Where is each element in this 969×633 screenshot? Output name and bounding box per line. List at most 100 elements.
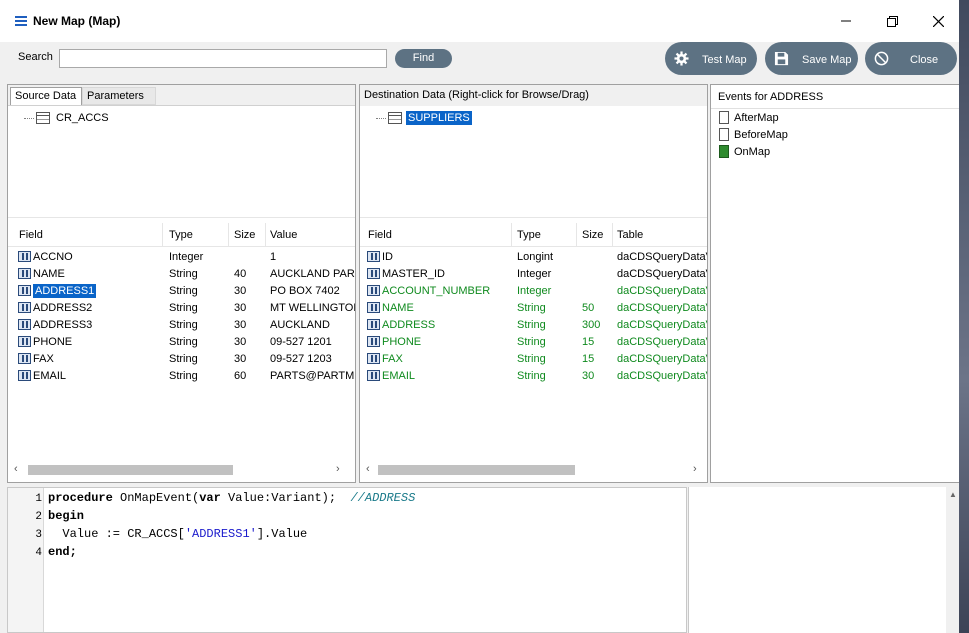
code-token: 'ADDRESS1' bbox=[184, 527, 257, 541]
cell-field: MASTER_ID bbox=[367, 266, 512, 283]
cell-type: String bbox=[517, 353, 546, 365]
editor-side-pane bbox=[688, 487, 946, 633]
event-item-onmap[interactable]: OnMap bbox=[719, 145, 770, 158]
table-row[interactable]: ADDRESS3 String 30 AUCKLAND bbox=[8, 317, 355, 334]
editor-vertical-scrollbar[interactable]: ▲ bbox=[946, 487, 959, 633]
cell-table: daCDSQueryDataV bbox=[617, 353, 708, 365]
table-row[interactable]: ACCNO Integer 1 bbox=[8, 249, 355, 266]
table-row[interactable]: ADDRESS2 String 30 MT WELLINGTON bbox=[8, 300, 355, 317]
field-icon bbox=[18, 336, 31, 347]
table-row[interactable]: FAX String 15 daCDSQueryDataV bbox=[360, 351, 707, 368]
grid-header: Field Type Size Value bbox=[8, 223, 355, 247]
cell-field: EMAIL bbox=[367, 368, 512, 385]
scroll-right-icon[interactable]: › bbox=[693, 463, 697, 475]
column-header-field[interactable]: Field bbox=[15, 223, 163, 247]
test-map-button[interactable]: Test Map bbox=[665, 42, 757, 75]
table-row[interactable]: ADDRESS1 String 30 PO BOX 7402 bbox=[8, 283, 355, 300]
table-row[interactable]: FAX String 30 09-527 1203 bbox=[8, 351, 355, 368]
column-header-size[interactable]: Size bbox=[578, 223, 613, 247]
cell-field: ADDRESS2 bbox=[18, 300, 163, 317]
column-header-type[interactable]: Type bbox=[165, 223, 229, 247]
field-name: ACCNO bbox=[33, 251, 73, 263]
destination-horizontal-scrollbar[interactable]: ‹ › bbox=[360, 461, 707, 478]
cell-field: ID bbox=[367, 249, 512, 266]
table-row[interactable]: ADDRESS String 300 daCDSQueryDataV bbox=[360, 317, 707, 334]
restore-button[interactable] bbox=[869, 8, 915, 34]
destination-data-panel: Destination Data (Right-click for Browse… bbox=[359, 84, 708, 483]
cell-table: daCDSQueryDataV bbox=[617, 336, 708, 348]
table-row[interactable]: PHONE String 15 daCDSQueryDataV bbox=[360, 334, 707, 351]
code-editor[interactable]: 1 2 3 4 procedure OnMapEvent(var Value:Vari… bbox=[7, 487, 687, 633]
document-icon bbox=[719, 128, 729, 141]
hamburger-menu-icon[interactable] bbox=[15, 16, 27, 26]
event-item-aftermap[interactable]: AfterMap bbox=[719, 111, 779, 124]
source-horizontal-scrollbar[interactable]: ‹ › bbox=[8, 461, 355, 478]
cell-size: 15 bbox=[582, 336, 595, 348]
scroll-right-icon[interactable]: › bbox=[336, 463, 340, 475]
cell-field: EMAIL bbox=[18, 368, 163, 385]
field-icon bbox=[367, 302, 380, 313]
column-header-type[interactable]: Type bbox=[513, 223, 577, 247]
field-name: FAX bbox=[33, 353, 54, 365]
cell-type: String bbox=[169, 370, 198, 382]
field-icon bbox=[367, 268, 380, 279]
field-name: PHONE bbox=[382, 336, 422, 348]
field-icon bbox=[18, 319, 31, 330]
cell-value: AUCKLAND PAR. bbox=[270, 268, 356, 280]
source-tree: CR_ACCS bbox=[8, 106, 355, 218]
search-input[interactable] bbox=[59, 49, 387, 68]
line-number: 1 bbox=[35, 493, 42, 505]
field-icon bbox=[18, 251, 31, 262]
column-header-size[interactable]: Size bbox=[230, 223, 266, 247]
cell-size bbox=[234, 249, 264, 266]
window-title: New Map (Map) bbox=[33, 14, 121, 28]
table-row[interactable]: PHONE String 30 09-527 1201 bbox=[8, 334, 355, 351]
events-header: Events for ADDRESS bbox=[711, 85, 959, 109]
cell-size: 30 bbox=[234, 319, 247, 331]
table-row[interactable]: NAME String 50 daCDSQueryDataV bbox=[360, 300, 707, 317]
cell-size bbox=[582, 266, 614, 283]
close-button[interactable]: Close bbox=[865, 42, 957, 75]
field-name: ADDRESS1 bbox=[33, 284, 97, 298]
field-name: PHONE bbox=[33, 336, 73, 348]
code-line: end; bbox=[48, 545, 77, 559]
cell-type: String bbox=[169, 336, 198, 348]
cell-size: 60 bbox=[234, 370, 247, 382]
column-header-field[interactable]: Field bbox=[364, 223, 512, 247]
tab-parameters[interactable]: Parameters bbox=[82, 87, 156, 105]
cell-table: daCDSQueryDataV bbox=[617, 285, 708, 297]
table-row[interactable]: EMAIL String 30 daCDSQueryDataV bbox=[360, 368, 707, 385]
scroll-left-icon[interactable]: ‹ bbox=[366, 463, 370, 475]
scrollbar-thumb[interactable] bbox=[378, 465, 575, 475]
field-icon bbox=[367, 353, 380, 364]
table-icon bbox=[388, 112, 402, 124]
cell-size bbox=[582, 249, 614, 266]
tree-node-cr-accs[interactable]: CR_ACCS bbox=[24, 111, 111, 125]
table-row[interactable]: EMAIL String 60 PARTS@PARTM. bbox=[8, 368, 355, 385]
cell-size: 40 bbox=[234, 268, 247, 280]
table-icon bbox=[36, 112, 50, 124]
table-row[interactable]: NAME String 40 AUCKLAND PAR. bbox=[8, 266, 355, 283]
table-row[interactable]: ID Longint daCDSQueryDataV bbox=[360, 249, 707, 266]
window-close-button[interactable] bbox=[915, 8, 959, 34]
cell-size: 30 bbox=[234, 302, 247, 314]
table-row[interactable]: MASTER_ID Integer daCDSQueryDataV bbox=[360, 266, 707, 283]
tree-node-suppliers[interactable]: SUPPLIERS bbox=[376, 111, 472, 125]
close-label: Close bbox=[910, 54, 939, 66]
scroll-left-icon[interactable]: ‹ bbox=[14, 463, 18, 475]
code-token: var bbox=[199, 491, 221, 505]
table-row[interactable]: ACCOUNT_NUMBER Integer daCDSQueryDataV bbox=[360, 283, 707, 300]
event-item-beforemap[interactable]: BeforeMap bbox=[719, 128, 788, 141]
minimize-button[interactable] bbox=[823, 8, 869, 34]
cell-type: String bbox=[517, 336, 546, 348]
save-map-button[interactable]: Save Map bbox=[765, 42, 858, 75]
scrollbar-thumb[interactable] bbox=[28, 465, 233, 475]
scroll-up-icon[interactable]: ▲ bbox=[949, 490, 957, 499]
cell-field: NAME bbox=[367, 300, 512, 317]
column-header-table[interactable]: Table bbox=[613, 223, 707, 247]
column-header-value[interactable]: Value bbox=[266, 223, 355, 247]
cell-field: ACCNO bbox=[18, 249, 163, 266]
cell-type: Integer bbox=[517, 268, 552, 280]
find-button[interactable]: Find bbox=[395, 49, 452, 68]
tab-source-data[interactable]: Source Data bbox=[10, 87, 82, 105]
